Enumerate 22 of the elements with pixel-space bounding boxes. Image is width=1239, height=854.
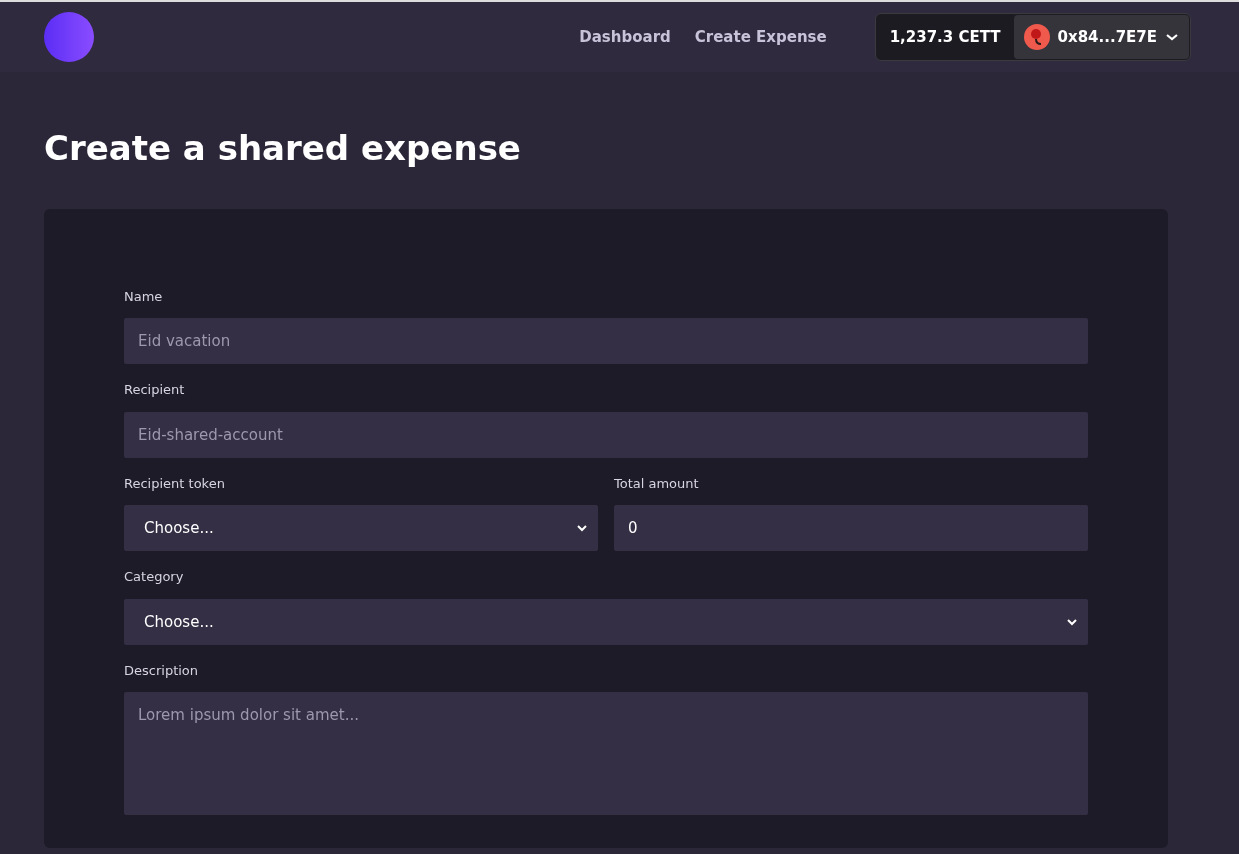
input-field[interactable]: Eid vacation bbox=[124, 318, 1088, 365]
account-button[interactable]: 0x84...7E7E bbox=[1013, 15, 1189, 59]
field-label: Category bbox=[124, 568, 185, 587]
chevron-down-icon bbox=[576, 524, 588, 533]
page-title: Create a shared expense bbox=[44, 128, 522, 169]
field-label: Name bbox=[124, 287, 164, 306]
field-label: Recipient token bbox=[124, 474, 226, 493]
nav-link[interactable]: Dashboard bbox=[579, 25, 671, 49]
nav-link[interactable]: Create Expense bbox=[694, 25, 827, 49]
avatar-icon bbox=[1023, 24, 1050, 50]
description-field[interactable]: Lorem ipsum dolor sit amet... bbox=[124, 692, 1088, 816]
token-balance: 1,237.3 CETT bbox=[888, 26, 1002, 48]
field-label: Description bbox=[124, 661, 200, 680]
chevron-down-icon bbox=[1066, 617, 1078, 626]
select-field[interactable]: Choose... bbox=[124, 505, 598, 552]
field-label: Total amount bbox=[614, 474, 700, 493]
input-field[interactable]: Eid-shared-account bbox=[124, 411, 1088, 458]
logo-icon[interactable] bbox=[44, 12, 94, 62]
input-field[interactable]: 0 bbox=[614, 505, 1088, 552]
select-field[interactable]: Choose... bbox=[124, 598, 1088, 645]
field-label: Recipient bbox=[124, 381, 186, 400]
chevron-down-icon bbox=[1165, 32, 1179, 42]
